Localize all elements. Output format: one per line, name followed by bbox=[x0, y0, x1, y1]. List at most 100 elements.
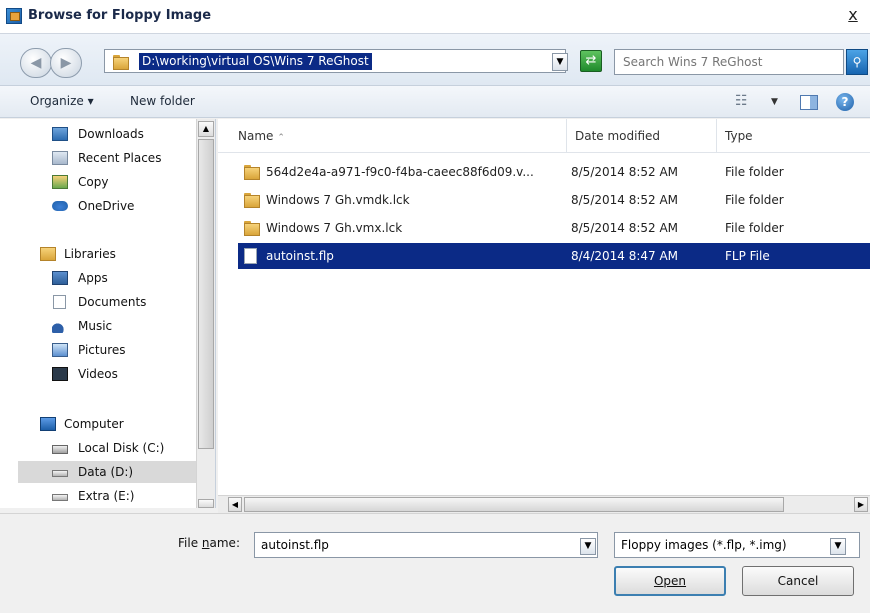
file-name-label-text: ame: bbox=[209, 536, 240, 550]
search-box[interactable] bbox=[614, 49, 844, 75]
nav-item-pictures[interactable]: Pictures bbox=[0, 339, 196, 361]
preview-pane-icon[interactable] bbox=[800, 95, 818, 110]
file-name-input[interactable] bbox=[255, 533, 565, 557]
address-path[interactable]: D:\working\virtual OS\Wins 7 ReGhost bbox=[139, 53, 372, 70]
change-view-icon[interactable]: ☷ bbox=[735, 93, 748, 109]
folder-icon bbox=[244, 164, 260, 180]
file-date: 8/5/2014 8:52 AM bbox=[571, 165, 679, 179]
file-date: 8/5/2014 8:52 AM bbox=[571, 193, 679, 207]
scroll-down-icon[interactable] bbox=[198, 499, 214, 508]
scroll-thumb[interactable] bbox=[198, 139, 214, 449]
file-type-dropdown-button[interactable]: ▼ bbox=[830, 538, 846, 555]
scroll-left-icon[interactable]: ◀ bbox=[228, 497, 242, 512]
file-type-select[interactable]: Floppy images (*.flp, *.img) bbox=[614, 532, 860, 558]
file-name-label-accel: n bbox=[201, 536, 210, 550]
column-header-name[interactable]: Name ⌃ bbox=[230, 119, 567, 153]
search-input[interactable] bbox=[615, 50, 843, 74]
nav-item-local-disk-c[interactable]: Local Disk (C:) bbox=[0, 437, 196, 459]
file-list: Name ⌃ Date modified Type 564d2e4a-a971-f… bbox=[218, 119, 870, 508]
column-header-row: Name ⌃ Date modified Type bbox=[218, 119, 870, 153]
help-icon[interactable]: ? bbox=[836, 93, 854, 111]
forward-arrow-icon: ▶ bbox=[60, 55, 72, 71]
scroll-up-icon[interactable]: ▲ bbox=[198, 121, 214, 137]
nav-item-downloads[interactable]: Downloads bbox=[0, 123, 196, 145]
open-button-label: Open bbox=[653, 574, 687, 588]
nav-pane-scrollbar[interactable]: ▲ bbox=[196, 119, 215, 508]
nav-item-recent-places[interactable]: Recent Places bbox=[0, 147, 196, 169]
search-button[interactable]: ⚲ bbox=[846, 49, 868, 75]
command-toolbar: Organize ▾ New folder ☷ ▼ ? bbox=[0, 86, 870, 118]
file-type: File folder bbox=[725, 221, 784, 235]
forward-button[interactable]: ▶ bbox=[50, 48, 82, 78]
address-dropdown-button[interactable]: ▼ bbox=[552, 53, 568, 71]
file-date: 8/4/2014 8:47 AM bbox=[571, 249, 679, 263]
nav-item-videos[interactable]: Videos bbox=[0, 363, 196, 385]
nav-item-libraries[interactable]: Libraries bbox=[0, 243, 196, 265]
file-name: autoinst.flp bbox=[266, 249, 334, 263]
nav-item-data-d[interactable]: Data (D:) bbox=[18, 461, 196, 483]
nav-item-label: Downloads bbox=[78, 127, 144, 141]
music-icon bbox=[52, 319, 68, 333]
nav-item-label: Data (D:) bbox=[78, 465, 134, 479]
pictures-icon bbox=[52, 343, 68, 357]
nav-item-extra-e[interactable]: Extra (E:) bbox=[0, 485, 196, 507]
nav-item-label: Pictures bbox=[78, 343, 126, 357]
file-type: File folder bbox=[725, 165, 784, 179]
file-row-selected[interactable]: autoinst.flp 8/4/2014 8:47 AM FLP File bbox=[238, 243, 870, 269]
file-name-dropdown-button[interactable]: ▼ bbox=[580, 538, 596, 555]
column-header-date[interactable]: Date modified bbox=[567, 119, 717, 153]
folder-icon bbox=[244, 220, 260, 236]
drive-icon bbox=[52, 470, 68, 477]
folder-icon bbox=[244, 192, 260, 208]
file-row[interactable]: Windows 7 Gh.vmdk.lck 8/5/2014 8:52 AM F… bbox=[238, 187, 870, 213]
apps-icon bbox=[52, 271, 68, 285]
column-header-label: Date modified bbox=[575, 129, 661, 143]
file-name-combo[interactable] bbox=[254, 532, 598, 558]
app-icon bbox=[6, 8, 22, 24]
file-row[interactable]: 564d2e4a-a971-f9c0-f4ba-caeec88f6d09.v..… bbox=[238, 159, 870, 185]
libraries-icon bbox=[40, 247, 56, 261]
organize-button[interactable]: Organize ▾ bbox=[30, 94, 94, 108]
view-dropdown-icon[interactable]: ▼ bbox=[771, 97, 778, 107]
column-header-type[interactable]: Type bbox=[717, 119, 870, 153]
nav-item-label: OneDrive bbox=[78, 199, 135, 213]
file-name-label-text: File bbox=[178, 536, 202, 550]
address-bar[interactable]: D:\working\virtual OS\Wins 7 ReGhost bbox=[104, 49, 566, 73]
back-button[interactable]: ◀ bbox=[20, 48, 52, 78]
scroll-right-icon[interactable]: ▶ bbox=[854, 497, 868, 512]
hscroll-thumb[interactable] bbox=[244, 497, 784, 512]
file-row[interactable]: Windows 7 Gh.vmx.lck 8/5/2014 8:52 AM Fi… bbox=[238, 215, 870, 241]
cancel-button[interactable]: Cancel bbox=[742, 566, 854, 596]
downloads-icon bbox=[52, 127, 68, 141]
nav-item-apps[interactable]: Apps bbox=[0, 267, 196, 289]
nav-item-label: Apps bbox=[78, 271, 108, 285]
file-name: 564d2e4a-a971-f9c0-f4ba-caeec88f6d09.v..… bbox=[266, 165, 534, 179]
open-button[interactable]: Open bbox=[614, 566, 726, 596]
chevron-down-icon: ▼ bbox=[584, 541, 592, 551]
title-bar: Browse for Floppy Image x bbox=[0, 0, 870, 34]
navigation-pane: Downloads Recent Places Copy OneDrive Li… bbox=[0, 119, 216, 508]
nav-item-music[interactable]: Music bbox=[0, 315, 196, 337]
nav-item-label: Local Disk (C:) bbox=[78, 441, 165, 455]
nav-item-documents[interactable]: Documents bbox=[0, 291, 196, 313]
videos-icon bbox=[52, 367, 68, 381]
nav-item-copy[interactable]: Copy bbox=[0, 171, 196, 193]
chevron-down-icon: ▼ bbox=[556, 57, 564, 67]
nav-item-computer[interactable]: Computer bbox=[0, 413, 196, 435]
file-list-hscrollbar[interactable]: ◀ ▶ bbox=[218, 495, 870, 513]
cancel-button-label: Cancel bbox=[777, 574, 819, 588]
sort-caret-icon: ⌃ bbox=[277, 133, 285, 143]
nav-item-onedrive[interactable]: OneDrive bbox=[0, 195, 196, 217]
nav-item-label: Documents bbox=[78, 295, 147, 309]
copy-folder-icon bbox=[52, 175, 68, 189]
nav-item-label: Computer bbox=[64, 417, 124, 431]
new-folder-button[interactable]: New folder bbox=[130, 94, 195, 108]
refresh-icon: ⇄ bbox=[585, 53, 597, 68]
refresh-button[interactable]: ⇄ bbox=[580, 50, 602, 72]
chevron-down-icon: ▼ bbox=[834, 541, 842, 551]
nav-item-label: Copy bbox=[78, 175, 109, 189]
close-button[interactable]: x bbox=[844, 6, 862, 24]
search-icon: ⚲ bbox=[852, 55, 862, 69]
address-row: ◀ ▶ D:\working\virtual OS\Wins 7 ReGhost… bbox=[0, 34, 870, 86]
column-header-label: Type bbox=[725, 129, 753, 143]
